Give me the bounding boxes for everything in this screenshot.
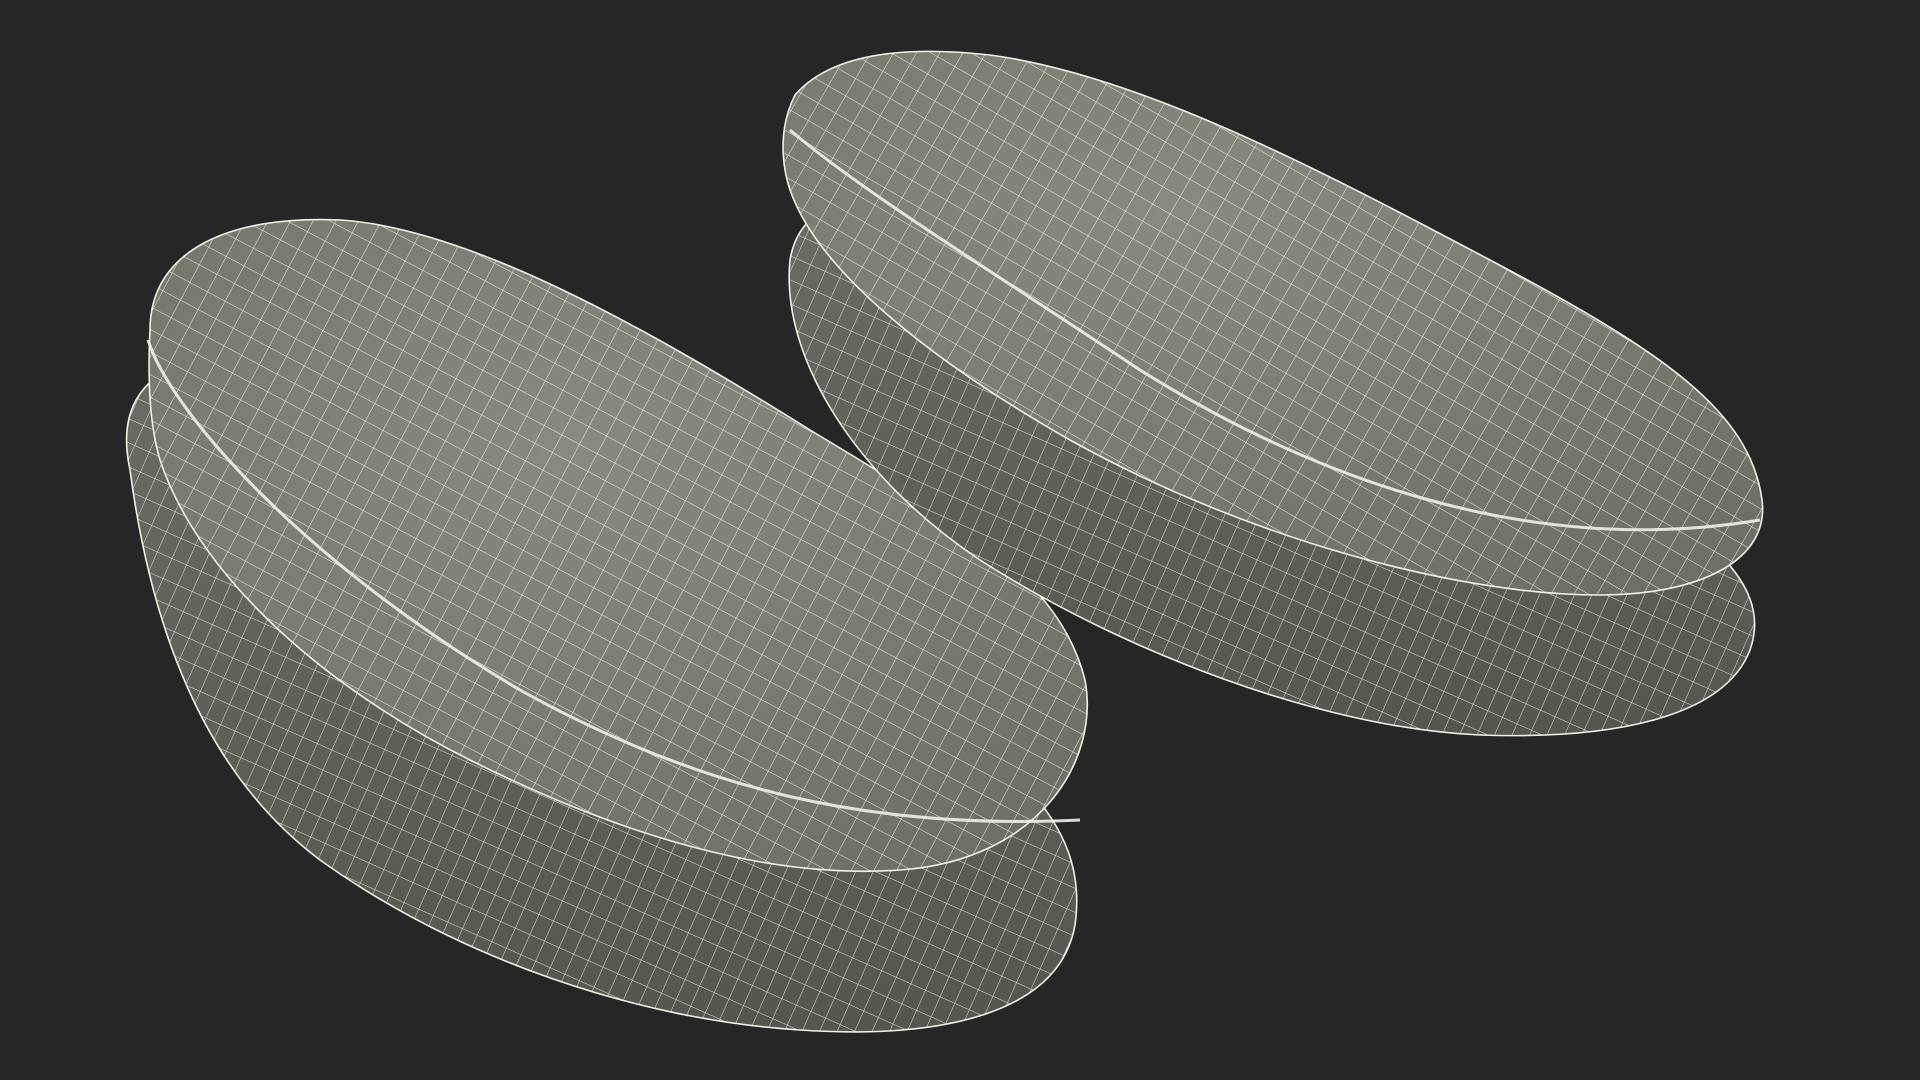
wireframe-scene [125, 50, 1764, 1033]
render-viewport [0, 0, 1920, 1080]
